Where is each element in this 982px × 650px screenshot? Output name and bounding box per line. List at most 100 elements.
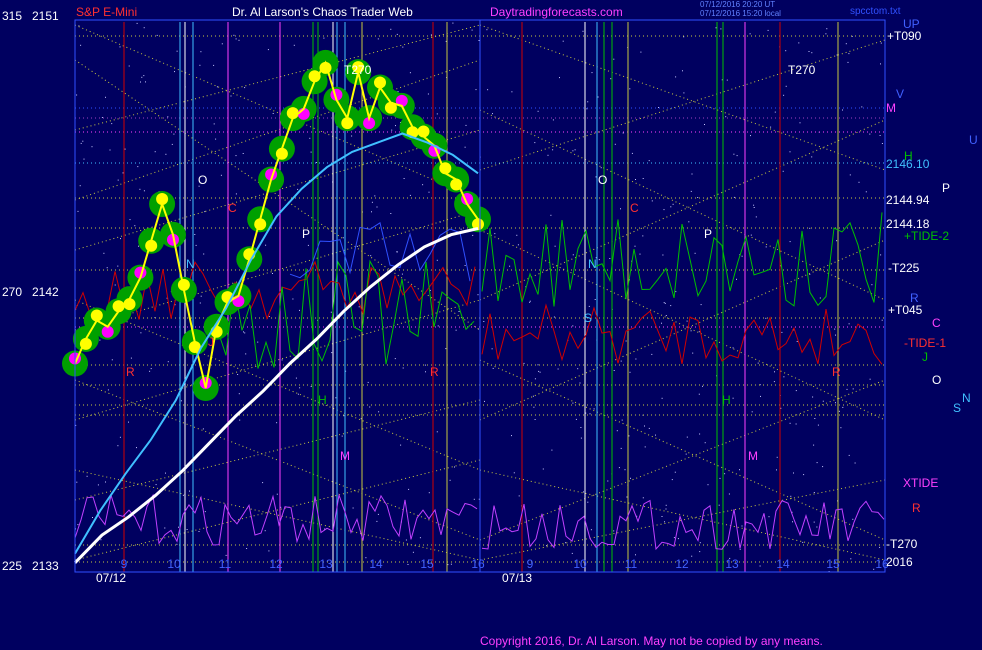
star <box>200 51 202 53</box>
star <box>202 428 204 430</box>
star <box>816 462 818 464</box>
star <box>100 539 102 541</box>
star <box>670 206 672 208</box>
x-hour-label: 11 <box>625 557 638 571</box>
xtide-line <box>481 499 885 551</box>
star <box>662 254 664 256</box>
star <box>405 539 407 541</box>
star <box>182 494 184 496</box>
star <box>783 94 785 96</box>
star <box>129 219 131 221</box>
right-label: -TIDE-1 <box>904 336 946 350</box>
star <box>736 278 737 280</box>
star <box>757 362 759 364</box>
star <box>103 252 105 254</box>
star <box>776 469 777 471</box>
star <box>594 299 596 300</box>
star <box>394 358 396 360</box>
star <box>511 91 513 93</box>
x-date-label: 07/13 <box>502 571 532 585</box>
star <box>424 364 426 366</box>
star <box>699 433 701 435</box>
star <box>781 331 783 333</box>
x-hour-label: 15 <box>420 557 434 571</box>
x-hour-label: 13 <box>319 557 333 571</box>
plot-label: J <box>208 335 214 349</box>
star <box>813 492 815 493</box>
star <box>770 126 772 128</box>
timestamp: 07/12/2016 20:20 UT <box>700 0 775 9</box>
star <box>164 527 166 529</box>
star <box>574 149 576 151</box>
star <box>149 370 151 372</box>
star <box>396 251 398 253</box>
star <box>765 317 767 319</box>
star <box>86 475 88 477</box>
star <box>97 484 99 486</box>
star <box>532 395 534 397</box>
star <box>546 545 548 547</box>
star <box>516 234 518 236</box>
star <box>554 245 556 247</box>
y-axis-price: 2133 <box>32 559 59 573</box>
star <box>852 388 854 390</box>
star <box>753 204 755 206</box>
star <box>244 87 246 89</box>
star <box>683 92 685 94</box>
star <box>167 116 169 118</box>
star <box>430 34 432 36</box>
star <box>640 51 642 53</box>
diagonal-line <box>74 24 481 131</box>
star <box>111 123 113 125</box>
star <box>613 530 615 532</box>
star <box>402 367 404 369</box>
star <box>836 54 838 56</box>
star <box>117 265 119 267</box>
star <box>198 531 200 532</box>
star <box>840 427 842 429</box>
star <box>726 79 728 81</box>
star <box>213 123 215 125</box>
star <box>77 210 79 212</box>
star <box>629 88 631 90</box>
star <box>377 513 379 515</box>
star <box>215 138 217 140</box>
star <box>376 520 378 522</box>
star <box>268 550 270 552</box>
star <box>789 241 791 243</box>
plot-label: C <box>228 201 237 215</box>
series-group <box>62 49 491 564</box>
star <box>369 406 371 408</box>
star <box>477 294 479 296</box>
right-label: -T270 <box>886 537 918 551</box>
star <box>358 306 360 308</box>
star <box>272 113 274 114</box>
star <box>550 214 552 216</box>
star <box>427 93 429 95</box>
right-label: XTIDE <box>903 476 938 490</box>
star <box>848 454 850 456</box>
star <box>315 162 317 163</box>
diagonal-line <box>479 469 886 561</box>
plot-label: C <box>630 201 639 215</box>
star <box>565 542 567 544</box>
x-hour-label: 14 <box>776 557 790 571</box>
star <box>725 116 727 118</box>
star <box>165 472 166 474</box>
star <box>167 361 169 363</box>
star <box>109 149 111 151</box>
star <box>80 142 82 144</box>
star <box>140 332 142 334</box>
star <box>671 479 673 481</box>
star <box>562 40 564 42</box>
star <box>661 516 663 517</box>
star <box>579 382 581 384</box>
star <box>436 113 438 115</box>
star <box>852 518 854 520</box>
star <box>785 50 787 52</box>
star <box>704 124 705 125</box>
star <box>704 442 706 444</box>
star <box>272 273 273 274</box>
star <box>688 221 690 223</box>
y-axis-code: 225 <box>2 559 22 573</box>
